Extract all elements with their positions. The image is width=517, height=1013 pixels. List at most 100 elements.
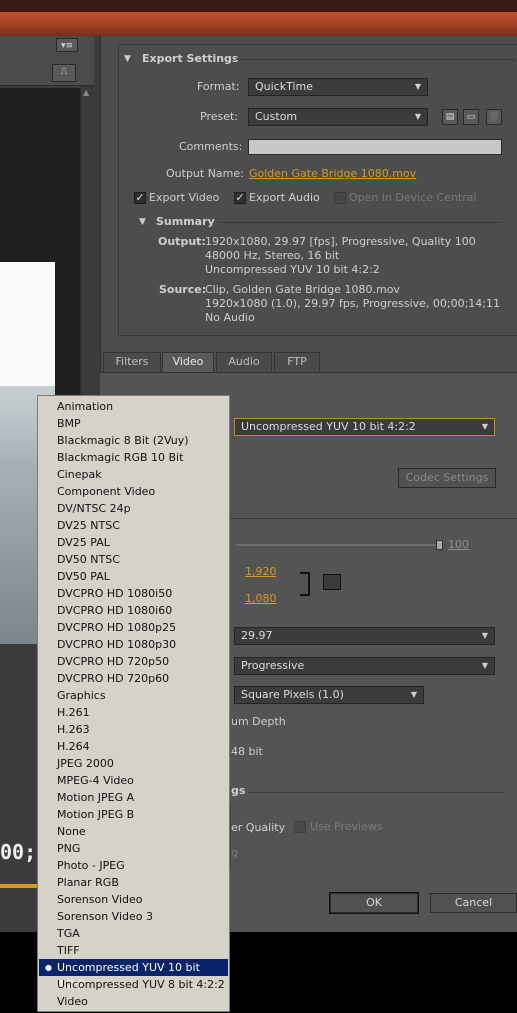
width-value[interactable]: 1,920 xyxy=(245,565,277,578)
scroll-up-icon[interactable]: ▲ xyxy=(83,88,89,97)
codec-option[interactable]: Blackmagic 8 Bit (2Vuy) xyxy=(39,432,228,449)
selected-bullet-icon: ● xyxy=(45,963,52,972)
tab-audio[interactable]: Audio xyxy=(216,352,272,372)
comments-input[interactable] xyxy=(248,139,502,155)
codec-option-label: TIFF xyxy=(57,944,80,957)
codec-dropdown-list[interactable]: Animation BMP Blackmagic 8 Bit (2Vuy) Black… xyxy=(37,395,230,1012)
summary-source-line: 1920x1080 (1.0), 29.97 fps, Progressive,… xyxy=(205,297,501,310)
settings-section-title: gs xyxy=(231,784,246,797)
divider xyxy=(218,222,502,223)
codec-option[interactable]: Graphics xyxy=(39,687,228,704)
codec-option[interactable]: Cinepak xyxy=(39,466,228,483)
codec-option[interactable]: DVCPRO HD 1080i50 xyxy=(39,585,228,602)
codec-option-label: DVCPRO HD 1080p30 xyxy=(57,638,177,651)
constrain-proportions-checkbox[interactable] xyxy=(323,574,341,590)
codec-option[interactable]: DV50 NTSC xyxy=(39,551,228,568)
aspect-dropdown[interactable]: Square Pixels (1.0) ▼ xyxy=(234,686,424,704)
codec-option[interactable]: Photo - JPEG xyxy=(39,857,228,874)
output-name-label: Output Name: xyxy=(166,167,244,180)
tab-ftp[interactable]: FTP xyxy=(274,352,320,372)
save-preset-icon[interactable]: ▤ xyxy=(442,109,458,125)
codec-option[interactable]: DVCPRO HD 1080p30 xyxy=(39,636,228,653)
codec-option-label: PNG xyxy=(57,842,81,855)
codec-option[interactable]: JPEG 2000 xyxy=(39,755,228,772)
codec-option-label: Video xyxy=(57,995,88,1008)
codec-option[interactable]: TGA xyxy=(39,925,228,942)
codec-option-label: MPEG-4 Video xyxy=(57,774,134,787)
codec-option[interactable]: DV25 PAL xyxy=(39,534,228,551)
codec-option[interactable]: H.263 xyxy=(39,721,228,738)
comments-label: Comments: xyxy=(179,140,243,153)
codec-option[interactable]: TIFF xyxy=(39,942,228,959)
format-dropdown[interactable]: QuickTime ▼ xyxy=(248,78,428,96)
cancel-button[interactable]: Cancel xyxy=(430,893,517,913)
codec-dropdown[interactable]: Uncompressed YUV 10 bit 4:2:2 ▼ xyxy=(234,418,495,436)
field-type-dropdown[interactable]: Progressive ▼ xyxy=(234,657,495,675)
codec-option-label: Sorenson Video 3 xyxy=(57,910,153,923)
summary-source-label: Source: xyxy=(159,283,207,296)
export-video-checkbox[interactable]: ✓ xyxy=(134,192,146,204)
codec-option[interactable]: DV/NTSC 24p xyxy=(39,500,228,517)
height-value[interactable]: 1,080 xyxy=(245,592,277,605)
codec-option[interactable]: Sorenson Video 3 xyxy=(39,908,228,925)
quality-slider-thumb[interactable] xyxy=(436,540,443,550)
codec-option-label: DV25 PAL xyxy=(57,536,110,549)
codec-option-label: DVCPRO HD 720p60 xyxy=(57,672,170,685)
panel-menu-icon[interactable]: ▾≡ xyxy=(56,38,78,52)
codec-option[interactable]: Video xyxy=(39,993,228,1010)
codec-option-label: DVCPRO HD 1080i60 xyxy=(57,604,173,617)
tab-video[interactable]: Video xyxy=(162,352,214,372)
codec-option[interactable]: None xyxy=(39,823,228,840)
partial-label: g xyxy=(231,846,238,859)
codec-option[interactable]: ● Uncompressed YUV 10 bit 4:2:2 xyxy=(39,959,228,991)
codec-option[interactable]: Motion JPEG A xyxy=(39,789,228,806)
codec-option[interactable]: DV50 PAL xyxy=(39,568,228,585)
quality-slider-track[interactable] xyxy=(236,544,440,546)
codec-option[interactable]: Blackmagic RGB 10 Bit xyxy=(39,449,228,466)
use-previews-label: Use Previews xyxy=(310,820,383,833)
codec-option[interactable]: Motion JPEG B xyxy=(39,806,228,823)
export-audio-checkbox[interactable]: ✓ xyxy=(234,192,246,204)
codec-option[interactable]: DV25 NTSC xyxy=(39,517,228,534)
codec-settings-button[interactable]: Codec Settings xyxy=(398,468,496,488)
codec-option-label: DVCPRO HD 720p50 xyxy=(57,655,170,668)
codec-option[interactable]: MPEG-4 Video xyxy=(39,772,228,789)
timeline-bar[interactable] xyxy=(0,884,40,888)
preset-dropdown[interactable]: Custom ▼ xyxy=(248,108,428,126)
codec-option-label: Planar RGB xyxy=(57,876,119,889)
codec-option-label: Component Video xyxy=(57,485,156,498)
codec-option[interactable]: BMP xyxy=(39,415,228,432)
codec-option[interactable]: Sorenson Video xyxy=(39,891,228,908)
open-device-central-checkbox[interactable] xyxy=(334,192,346,204)
tab-filters[interactable]: Filters xyxy=(103,352,161,372)
codec-option[interactable]: DVCPRO HD 720p50 xyxy=(39,653,228,670)
frame-rate-dropdown[interactable]: 29.97 ▼ xyxy=(234,627,495,645)
crop-icon[interactable]: ⎍ xyxy=(52,64,76,82)
chevron-down-icon: ▼ xyxy=(481,661,488,670)
open-device-central-label: Open in Device Central xyxy=(349,191,477,204)
codec-option[interactable]: Uncompressed YUV 8 bit 4:2:2 xyxy=(39,976,228,993)
use-previews-checkbox[interactable] xyxy=(294,821,306,833)
codec-option[interactable]: H.264 xyxy=(39,738,228,755)
codec-option-label: Blackmagic RGB 10 Bit xyxy=(57,451,184,464)
quality-value[interactable]: 100 xyxy=(448,538,469,551)
codec-option[interactable]: Component Video xyxy=(39,483,228,500)
codec-option[interactable]: DVCPRO HD 1080i60 xyxy=(39,602,228,619)
import-preset-icon[interactable]: ▭ xyxy=(463,109,479,125)
divider xyxy=(236,59,516,60)
ok-button[interactable]: OK xyxy=(329,892,419,914)
delete-preset-icon[interactable]: 🗑 xyxy=(486,109,502,125)
codec-option[interactable]: Planar RGB xyxy=(39,874,228,891)
output-name-link[interactable]: Golden Gate Bridge 1080.mov xyxy=(249,167,416,180)
codec-option[interactable]: DVCPRO HD 1080p25 xyxy=(39,619,228,636)
codec-option-label: DVCPRO HD 1080i50 xyxy=(57,587,173,600)
codec-option-label: Motion JPEG A xyxy=(57,791,135,804)
chevron-down-icon: ▼ xyxy=(481,422,488,431)
codec-option[interactable]: PNG xyxy=(39,840,228,857)
codec-option[interactable]: H.261 xyxy=(39,704,228,721)
title-bar xyxy=(0,12,517,36)
collapse-triangle-icon[interactable]: ▼ xyxy=(124,54,131,64)
summary-triangle-icon[interactable]: ▼ xyxy=(139,217,146,227)
codec-option[interactable]: DVCPRO HD 720p60 xyxy=(39,670,228,687)
codec-option[interactable]: Animation xyxy=(39,398,228,415)
